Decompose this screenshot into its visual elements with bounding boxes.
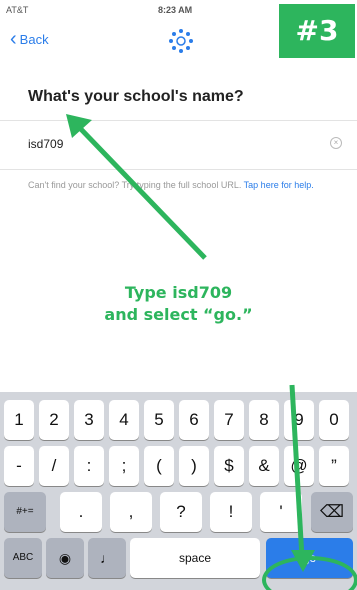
key-space[interactable]: space <box>130 538 260 578</box>
school-search-input[interactable] <box>28 129 308 159</box>
key-quote[interactable]: ” <box>319 446 349 486</box>
instruction-line-2: and select “go.” <box>104 305 253 324</box>
content-background <box>0 170 357 392</box>
key-slash[interactable]: / <box>39 446 69 486</box>
instruction-line-1: Type isd709 <box>124 283 233 302</box>
help-link[interactable]: Tap here for help. <box>244 180 314 190</box>
clear-icon[interactable]: × <box>330 137 342 149</box>
key-9[interactable]: 9 <box>284 400 314 440</box>
key-7[interactable]: 7 <box>214 400 244 440</box>
key-6[interactable]: 6 <box>179 400 209 440</box>
key-8[interactable]: 8 <box>249 400 279 440</box>
help-hint: Can't find your school? Try typing the f… <box>28 180 328 191</box>
key-dash[interactable]: - <box>4 446 34 486</box>
clock: 8:23 AM <box>158 5 193 15</box>
keyboard-row-3: #+= . , ? ! ' ⌫ <box>0 492 357 532</box>
keyboard-row-2: - / : ; ( ) $ & @ ” <box>0 446 357 486</box>
key-exclaim[interactable]: ! <box>210 492 252 532</box>
key-colon[interactable]: : <box>74 446 104 486</box>
key-ampersand[interactable]: & <box>249 446 279 486</box>
key-apostrophe[interactable]: ' <box>260 492 302 532</box>
key-dollar[interactable]: $ <box>214 446 244 486</box>
hint-text: Can't find your school? Try typing the f… <box>28 180 242 190</box>
instruction-text: Type isd709 and select “go.” <box>0 282 357 326</box>
key-at[interactable]: @ <box>284 446 314 486</box>
step-badge: #3 <box>279 4 355 58</box>
key-3[interactable]: 3 <box>74 400 104 440</box>
canvas-logo-icon <box>169 29 193 53</box>
mic-icon[interactable]: ♩ <box>88 538 126 578</box>
key-symbols[interactable]: #+= <box>4 492 46 532</box>
key-semicolon[interactable]: ; <box>109 446 139 486</box>
key-abc[interactable]: ABC <box>4 538 42 578</box>
page-title: What's your school's name? <box>28 88 244 105</box>
chevron-left-icon: ‹ <box>10 28 17 50</box>
key-comma[interactable]: , <box>110 492 152 532</box>
key-1[interactable]: 1 <box>4 400 34 440</box>
keyboard-row-1: 1 2 3 4 5 6 7 8 9 0 <box>0 400 357 440</box>
key-0[interactable]: 0 <box>319 400 349 440</box>
back-label: Back <box>19 32 49 47</box>
key-period[interactable]: . <box>60 492 102 532</box>
key-4[interactable]: 4 <box>109 400 139 440</box>
delete-icon[interactable]: ⌫ <box>311 492 353 532</box>
carrier-label: AT&T <box>6 5 29 15</box>
back-button[interactable]: ‹ Back <box>10 28 49 50</box>
key-close-paren[interactable]: ) <box>179 446 209 486</box>
key-open-paren[interactable]: ( <box>144 446 174 486</box>
key-question[interactable]: ? <box>160 492 202 532</box>
key-2[interactable]: 2 <box>39 400 69 440</box>
key-5[interactable]: 5 <box>144 400 174 440</box>
globe-icon[interactable]: ◉ <box>46 538 84 578</box>
